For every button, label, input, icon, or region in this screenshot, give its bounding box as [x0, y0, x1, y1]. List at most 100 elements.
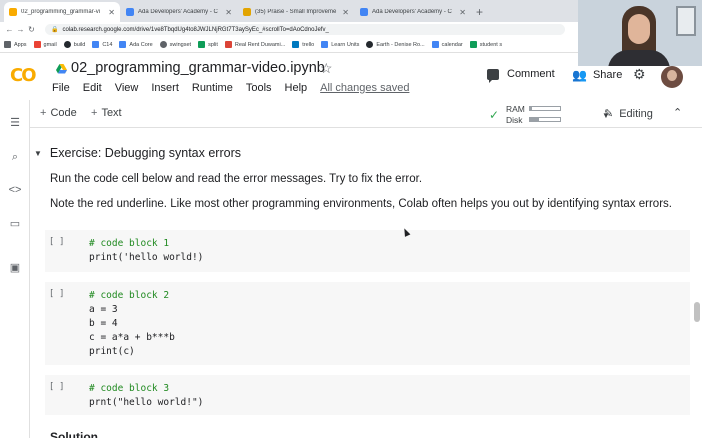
add-text-cell-button[interactable]: + Text [91, 107, 122, 119]
webcam-person-body [608, 50, 670, 66]
comment-button[interactable]: Comment [487, 68, 555, 83]
browser-tab-colab[interactable]: 02_programming_grammar-vi ✕ [4, 2, 120, 22]
menu-view[interactable]: View [115, 82, 139, 94]
tab-title: (35) Praise - Small Improveme [255, 9, 337, 15]
webcam-video-overlay [578, 0, 702, 66]
bookmark-apps[interactable]: Apps [4, 41, 27, 48]
menu-file[interactable]: File [52, 82, 70, 94]
menu-tools[interactable]: Tools [246, 82, 272, 94]
bookmark-build[interactable]: build [63, 41, 85, 48]
editing-mode-button[interactable]: ✎ Editing [604, 107, 653, 121]
star-icon[interactable]: ☆ [320, 60, 333, 77]
avatar[interactable] [661, 66, 683, 88]
calendar-icon [431, 41, 439, 48]
bookmark-gmail[interactable]: gmail [33, 41, 57, 48]
cell-code[interactable]: # code block 1 print('hello world!) [89, 237, 203, 265]
webcam-person-face [628, 14, 650, 44]
bookmark-trello[interactable]: trello [292, 41, 314, 48]
bookmark-ada-core[interactable]: Ada Core [119, 41, 153, 48]
terminal-icon[interactable]: ▣ [8, 261, 22, 275]
webcam-picture-frame [676, 6, 696, 36]
menu-help[interactable]: Help [285, 82, 308, 94]
bookmark-earth[interactable]: Earth - Denise Ro... [366, 41, 425, 48]
bookmark-swingset[interactable]: swingset [159, 41, 192, 48]
sheets-icon [198, 41, 206, 48]
back-arrow-icon[interactable]: ← [4, 25, 15, 34]
collapse-header-icon[interactable]: ⌃ [673, 106, 682, 119]
sheets-icon [469, 41, 477, 48]
forward-arrow-icon[interactable]: → [15, 25, 26, 34]
run-cell-button[interactable]: [ ] [49, 289, 64, 299]
note-text: Note the red underline. Like most other … [50, 198, 672, 210]
bookmark-label: Ada Core [129, 41, 153, 48]
share-button[interactable]: 👥 Share [572, 68, 622, 82]
doc-icon [321, 41, 329, 48]
praise-favicon-icon [243, 8, 251, 16]
close-tab-icon[interactable]: ✕ [459, 8, 466, 17]
add-code-cell-button[interactable]: + Code [40, 107, 77, 119]
code-cell-2[interactable]: [ ] # code block 2 a = 3 b = 4 c = a*a +… [45, 282, 690, 365]
close-tab-icon[interactable]: ✕ [342, 8, 349, 17]
new-tab-button[interactable]: + [476, 5, 483, 19]
code-snippets-icon[interactable]: <> [8, 183, 22, 197]
menu-edit[interactable]: Edit [83, 82, 102, 94]
browser-tab-praise[interactable]: (35) Praise - Small Improveme ✕ [238, 2, 354, 22]
github-icon [63, 41, 71, 48]
gear-icon[interactable]: ⚙ [633, 66, 646, 83]
bookmark-label: calendar [441, 41, 463, 48]
run-cell-button[interactable]: [ ] [49, 237, 64, 247]
notebook-toolbar: + Code + Text ✓ RAM Disk ▼ ✎ Editing ⌃ [30, 100, 702, 128]
bookmark-c14[interactable]: C14 [92, 41, 112, 48]
share-label: Share [592, 69, 623, 81]
search-icon[interactable]: ⌕ [8, 150, 22, 164]
ram-usage-fill [530, 107, 532, 110]
notebook-content: ▼ Exercise: Debugging syntax errors Run … [31, 129, 702, 438]
bookmark-label: split [208, 41, 218, 48]
files-folder-icon[interactable]: ▭ [8, 217, 22, 231]
table-of-contents-icon[interactable]: ☰ [8, 116, 22, 130]
browser-tab-ada-2[interactable]: Ada Developers' Academy - C ✕ [355, 2, 471, 22]
close-tab-icon[interactable]: ✕ [108, 8, 115, 17]
add-code-label: Code [50, 107, 77, 119]
code-cell-1[interactable]: [ ] # code block 1 print('hello world!) [45, 230, 690, 272]
notebook-title[interactable]: 02_programming_grammar-video.ipynb [71, 60, 325, 76]
tab-title: 02_programming_grammar-vi [21, 9, 101, 15]
github-icon [366, 41, 374, 48]
apps-grid-icon [4, 41, 11, 48]
menu-bar: File Edit View Insert Runtime Tools Help… [52, 82, 422, 94]
connected-check-icon: ✓ [489, 108, 500, 122]
ram-label: RAM [506, 104, 525, 114]
bookmark-label: swingset [169, 41, 192, 48]
code-line: print('hello world!) [89, 252, 204, 263]
comment-label: Comment [507, 68, 555, 80]
bookmark-split[interactable]: split [198, 41, 218, 48]
collapse-triangle-icon[interactable]: ▼ [34, 149, 42, 158]
bookmark-label: Learn Units [331, 41, 360, 48]
url-field[interactable]: 🔒 colab.research.google.com/drive/1ve8Tb… [45, 24, 565, 35]
section-heading[interactable]: ▼ Exercise: Debugging syntax errors [34, 146, 241, 160]
cell-code[interactable]: # code block 2 a = 3 b = 4 c = a*a + b**… [89, 289, 175, 359]
menu-runtime[interactable]: Runtime [192, 82, 233, 94]
browser-tab-ada-1[interactable]: Ada Developers' Academy - C ✕ [121, 2, 237, 22]
cell-code[interactable]: # code block 3 prnt("hello world!") [89, 382, 203, 410]
close-tab-icon[interactable]: ✕ [225, 8, 232, 17]
tab-title: Ada Developers' Academy - C [372, 9, 452, 15]
colab-logo[interactable]: CO [10, 66, 44, 86]
save-status[interactable]: All changes saved [320, 82, 409, 94]
ada-favicon-icon [360, 8, 368, 16]
colab-favicon-icon [9, 8, 17, 16]
vertical-scrollbar-thumb[interactable] [694, 302, 700, 322]
doc-icon [92, 41, 100, 48]
bookmark-learn-units[interactable]: Learn Units [321, 41, 359, 48]
menu-insert[interactable]: Insert [151, 82, 179, 94]
pencil-icon: ✎ [604, 108, 614, 120]
run-cell-button[interactable]: [ ] [49, 382, 64, 392]
disk-usage-bar [529, 117, 561, 122]
code-cell-3[interactable]: [ ] # code block 3 prnt("hello world!") [45, 375, 690, 415]
bookmark-real-rent[interactable]: Real Rent Duwami... [224, 41, 285, 48]
resource-labels: RAM Disk [506, 104, 525, 126]
reload-icon[interactable]: ↻ [26, 25, 37, 34]
bookmark-student[interactable]: student s [469, 41, 502, 48]
editing-label: Editing [619, 107, 653, 120]
bookmark-calendar[interactable]: calendar [431, 41, 463, 48]
